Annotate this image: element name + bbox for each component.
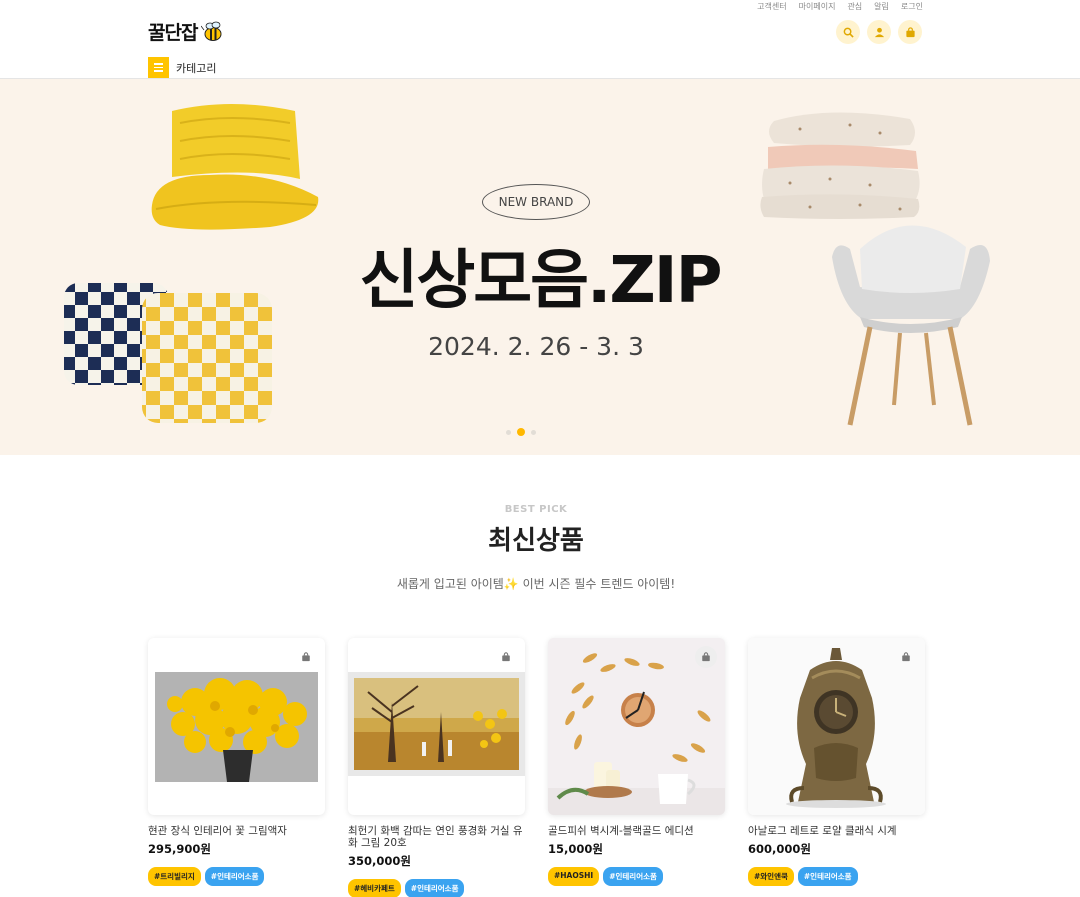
product-thumbnail[interactable] [748, 638, 925, 815]
link-wishlist[interactable]: 관심 [847, 1, 862, 12]
product-list: 현관 장식 인테리어 꽃 그림액자 295,900원 #트리빌리지 #인테리어소… [148, 638, 925, 897]
add-to-cart-button[interactable] [295, 646, 317, 668]
yellow-lounge-chair-image [151, 104, 319, 230]
category-tag[interactable]: #인테리어소품 [204, 867, 265, 886]
add-to-cart-button[interactable] [495, 646, 517, 668]
product-thumbnail[interactable] [348, 638, 525, 815]
section-subtitle: BEST PICK [504, 504, 568, 515]
brand-tag[interactable]: #트리빌리지 [148, 867, 201, 886]
shopping-bag-icon [302, 652, 310, 662]
product-tags: #트리빌리지 #인테리어소품 [148, 867, 325, 886]
shopping-bag-icon [502, 652, 510, 662]
product-card[interactable]: 골드피쉬 벽시계-블랙골드 에디션 15,000원 #HAOSHI #인테리어소… [548, 638, 725, 897]
site-header: 고객센터 마이페이지 관심 알림 로그인 꿀단잡 카테고리 [0, 0, 1080, 79]
product-price: 350,000원 [348, 854, 411, 868]
logo[interactable]: 꿀단잡 [148, 18, 225, 45]
category-label: 카테고리 [176, 61, 217, 75]
category-tag[interactable]: #인테리어소품 [404, 879, 465, 897]
product-card[interactable]: 현관 장식 인테리어 꽃 그림액자 295,900원 #트리빌리지 #인테리어소… [148, 638, 325, 897]
slide-dot-3[interactable] [531, 429, 536, 435]
banner-title: 신상모음.ZIP [359, 244, 723, 318]
slide-dot-1[interactable] [506, 429, 511, 435]
shopping-bag-icon [905, 26, 915, 37]
category-tag[interactable]: #인테리어소품 [797, 867, 858, 886]
shopping-bag-icon [702, 652, 710, 662]
product-price: 15,000원 [548, 842, 603, 856]
banner-date: 2024. 2. 26 - 3. 3 [428, 332, 644, 361]
product-price: 295,900원 [148, 842, 211, 856]
product-price: 600,000원 [748, 842, 811, 856]
product-name[interactable]: 아날로그 레트로 로얄 클래식 시계 [748, 825, 925, 837]
product-tags: #와인앤쿡 #인테리어소품 [748, 867, 925, 886]
link-mypage[interactable]: 마이페이지 [799, 1, 836, 12]
product-name[interactable]: 최헌기 화백 감따는 연인 풍경화 거실 유화 그림 20호 [348, 825, 525, 849]
brand-tag[interactable]: #와인앤쿡 [748, 867, 794, 886]
product-tags: #헤비카페트 #인테리어소품 [348, 879, 525, 897]
landscape-painting-image [348, 672, 525, 776]
category-menu-button[interactable]: 카테고리 [148, 57, 216, 78]
slide-dot-2[interactable] [517, 428, 525, 436]
hero-banner[interactable]: NEW BRAND 신상모음.ZIP 2024. 2. 26 - 3. 3 [0, 79, 1080, 455]
shopping-bag-icon [902, 652, 910, 662]
product-name[interactable]: 골드피쉬 벽시계-블랙골드 에디션 [548, 825, 725, 837]
link-notifications[interactable]: 알림 [874, 1, 889, 12]
add-to-cart-button[interactable] [695, 646, 717, 668]
section-title: 최신상품 [488, 526, 584, 556]
section-description: 새롭게 입고된 아이템✨ 이번 시즌 필수 트렌드 아이템! [396, 577, 676, 591]
logo-text: 꿀단잡 [148, 22, 198, 44]
link-login[interactable]: 로그인 [901, 1, 923, 12]
product-card[interactable]: 최헌기 화백 감따는 연인 풍경화 거실 유화 그림 20호 350,000원 … [348, 638, 525, 897]
brand-tag[interactable]: #헤비카페트 [348, 879, 401, 897]
new-brand-badge: NEW BRAND [482, 184, 590, 220]
hamburger-icon [148, 57, 169, 78]
top-links: 고객센터 마이페이지 관심 알림 로그인 [757, 1, 923, 12]
category-tag[interactable]: #인테리어소품 [603, 867, 663, 886]
brand-tag[interactable]: #HAOSHI [548, 867, 600, 886]
user-icon [874, 27, 884, 37]
bee-icon [201, 21, 222, 41]
product-thumbnail[interactable] [548, 638, 725, 815]
link-customer-center[interactable]: 고객센터 [757, 1, 786, 12]
search-icon [843, 27, 854, 38]
product-tags: #HAOSHI #인테리어소품 [548, 867, 725, 886]
product-card[interactable]: 아날로그 레트로 로얄 클래식 시계 600,000원 #와인앤쿡 #인테리어소… [748, 638, 925, 897]
cart-button[interactable] [898, 20, 922, 44]
add-to-cart-button[interactable] [895, 646, 917, 668]
header-icon-buttons [836, 20, 922, 44]
flower-painting-image [155, 672, 318, 782]
slide-indicator [506, 428, 536, 436]
page: 고객센터 마이페이지 관심 알림 로그인 꿀단잡 카테고리 NEW BRAND … [0, 0, 1080, 897]
user-button[interactable] [867, 20, 891, 44]
search-button[interactable] [836, 20, 860, 44]
product-thumbnail[interactable] [148, 638, 325, 815]
product-name[interactable]: 현관 장식 인테리어 꽃 그림액자 [148, 825, 325, 837]
bedding-pillow-image [760, 112, 920, 219]
